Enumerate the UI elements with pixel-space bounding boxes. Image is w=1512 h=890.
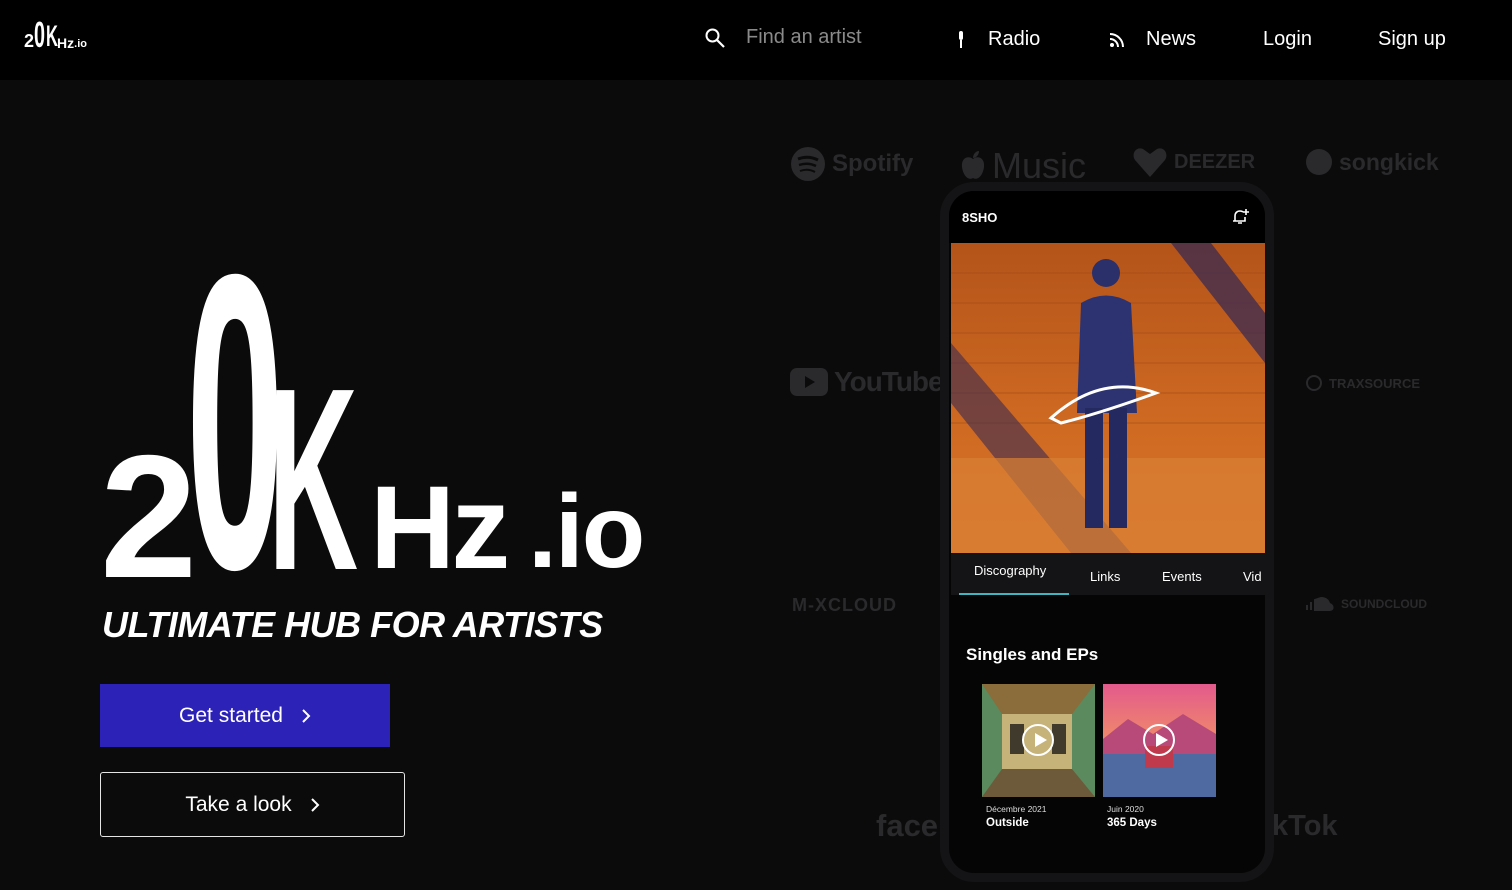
soundcloud-label: SOUNDCLOUD [1341,597,1427,611]
get-started-button[interactable]: Get started [100,684,390,747]
soundcloud-logo: SOUNDCLOUD [1305,596,1427,612]
release-date: Juin 2020 [1107,804,1144,814]
get-started-label: Get started [179,703,283,727]
mixcloud-label: M-XCLOUD [792,595,897,615]
mixcloud-logo: M-XCLOUD [792,595,897,616]
youtube-play-icon [790,368,828,396]
play-circle-icon[interactable] [1143,724,1175,756]
nav-news-label: News [1146,28,1197,50]
logo-two: 2 [24,31,35,51]
hero-logo-two: 2 [100,420,198,615]
traxsource-label: TRAXSOURCE [1329,375,1421,391]
release-artwork [982,684,1095,797]
spotify-logo: Spotify [790,146,913,182]
artist-header: 8SHO [949,191,1265,243]
release-artwork [1103,684,1216,797]
apple-music-logo: Music [960,145,1086,187]
release-card[interactable]: Décembre 2021 Outside [982,684,1095,829]
search-icon[interactable] [704,27,726,49]
take-a-look-button[interactable]: Take a look [100,772,405,837]
soundcloud-icon [1306,596,1334,611]
deezer-logo: DEEZER [1132,145,1255,179]
artist-search [704,26,916,49]
youtube-logo: YouTube [790,366,944,398]
nav-signup-label: Sign up [1378,28,1446,50]
chevron-right-icon [302,708,311,723]
apple-icon [961,151,985,179]
chevron-right-icon [310,797,320,812]
apple-music-label: Music [992,145,1087,186]
nav-radio-label: Radio [988,28,1041,50]
artist-cover-image [951,243,1265,553]
rss-icon [1109,32,1124,47]
tab-events[interactable]: Events [1162,569,1202,584]
top-navigation: 2 0 K Hz .io Radio News Login Sign up [0,0,1512,80]
hero-logo-io: .io [528,474,645,590]
release-date: Décembre 2021 [986,804,1047,814]
release-card[interactable]: Juin 2020 365 Days [1103,684,1216,829]
tiktok-logo: kTok [1272,810,1338,843]
hero-tagline: ULTIMATE HUB FOR ARTISTS [102,604,603,645]
youtube-label: YouTube [834,366,944,397]
logo-hz: Hz [57,35,75,51]
artist-tabs: Discography Links Events Vid [951,553,1265,595]
microphone-icon [959,30,963,48]
bell-plus-icon[interactable] [1231,208,1249,226]
songkick-label: songkick [1339,148,1439,175]
site-logo[interactable]: 2 0 K Hz .io [24,14,87,55]
deezer-label: DEEZER [1174,150,1256,173]
release-title: 365 Days [1107,817,1157,829]
deezer-heart-icon [1133,148,1167,177]
nav-news[interactable]: News [1108,28,1196,51]
logo-k: K [46,20,58,53]
logo-zero: 0 [34,14,45,55]
active-tab-indicator [959,593,1069,595]
spotify-icon [791,147,825,181]
spotify-label: Spotify [832,150,914,177]
search-input[interactable] [746,26,916,49]
traxsource-logo: TRAXSOURCE [1305,374,1420,392]
nav-login-label: Login [1263,28,1312,50]
traxsource-icon [1306,375,1322,391]
phone-mockup: 8SHO Discography Links Events Vid Single… [940,182,1274,882]
artist-name: 8SHO [962,210,998,225]
tiktok-label: kTok [1272,810,1338,842]
tab-discography[interactable]: Discography [974,563,1046,578]
nav-radio[interactable]: Radio [954,28,1040,51]
hero-logo-hz: Hz [370,462,510,594]
songkick-logo: songkick [1305,148,1439,176]
singles-eps-heading: Singles and EPs [966,645,1099,664]
nav-signup[interactable]: Sign up [1378,28,1446,51]
hero-logo: 0 K 2 Hz .io [100,213,660,633]
play-circle-icon[interactable] [1022,724,1054,756]
take-a-look-label: Take a look [185,792,292,816]
tab-links[interactable]: Links [1090,569,1120,584]
artist-photo [951,243,1265,553]
songkick-icon [1306,149,1332,175]
tab-videos[interactable]: Vid [1243,569,1262,584]
hero-logo-k: K [268,335,359,625]
logo-io: .io [74,38,87,50]
release-title: Outside [986,817,1029,829]
nav-login[interactable]: Login [1263,28,1312,51]
